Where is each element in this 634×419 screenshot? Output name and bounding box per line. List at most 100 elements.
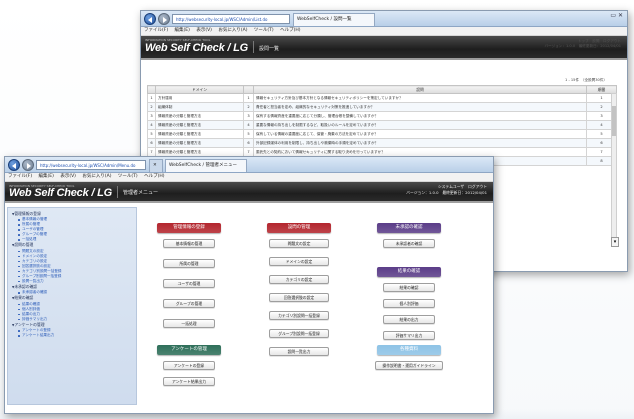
kekka-menu-button[interactable]: 評価サマリ出力 (383, 331, 435, 340)
table-cell: 6 (147, 138, 156, 148)
browser-menubar: ファイル(F) 編集(E) 表示(V) お気に入り(A) ツール(T) ヘルプ(… (5, 173, 493, 182)
table-row[interactable]: 3 情報資産の分類と管理方法 3 保有する情報資産を重要度に応じて分類し、管理台帳を整… (147, 111, 617, 121)
setsumon-menu-button[interactable]: カテゴリの設定 (269, 275, 329, 284)
table-cell: 1 (243, 93, 254, 103)
table-cell: 4 (147, 120, 156, 130)
menu-edit[interactable]: 編集(E) (175, 28, 190, 33)
mishonin-menu-button[interactable]: 未承認者の確認 (383, 239, 435, 248)
table-cell: 方針運用 (155, 93, 244, 103)
record-count: 1 - 15件 （全設問30件） (565, 78, 607, 82)
table-row[interactable]: 1 方針運用 1 情報セキュリティ方針及び基本方針となる情報セキュリティポリシーを策定… (147, 93, 617, 103)
back-arrow-icon[interactable] (8, 159, 20, 171)
page-title: 管理者メニュー (123, 190, 159, 196)
kanri-menu-button[interactable]: 基本情報の管理 (163, 239, 215, 248)
table-row[interactable]: 4 情報資産の分類と管理方法 4 重要な情報の持ち出しを制限するなど、取扱いのルールを… (147, 120, 617, 130)
kekka-menu-button[interactable]: 結果の確認 (383, 283, 435, 292)
table-cell: 情報資産の分類と管理方法 (155, 120, 244, 130)
table-cell: 6 (243, 138, 254, 148)
menu-file[interactable]: ファイル(F) (144, 28, 168, 33)
kanri-menu-button[interactable]: 所属の管理 (163, 259, 215, 268)
menu-view[interactable]: 表示(V) (60, 174, 76, 179)
browser-window-admin-menu: http://websecurity-local.jp/WSC/Admin/Me… (4, 156, 494, 414)
table-cell: 4 (243, 120, 254, 130)
question-table: ドメイン 設問 順番 1 方針運用 1 情報セキュリティ方針及び基本方針となる情報セキ… (147, 85, 617, 166)
table-cell: 3 (243, 111, 254, 121)
forward-arrow-icon[interactable] (22, 159, 34, 171)
sidebar-link[interactable]: アンケート結果出力 (10, 333, 134, 338)
header-info: システムユーザ ログアウト バージョン：1.0.0 最終更新日：2012/04/… (406, 184, 487, 195)
group-header-mishonin: 未承認の確認 (377, 223, 441, 233)
setsumon-menu-button[interactable]: 回答選択肢の設定 (269, 293, 329, 302)
table-cell: 2 (147, 102, 156, 112)
table-cell: 保有する情報資産を重要度に応じて分類し、管理台帳を整備していますか？ (253, 111, 587, 121)
browser-toolbar: http://websecurity-local.jp/WSC/Admin/Li… (141, 11, 627, 27)
menu-view[interactable]: 表示(V) (196, 28, 212, 33)
help-menu-button[interactable]: 操作説明書・運用ガイドライン (375, 361, 443, 370)
setsumon-menu-button[interactable]: 問題文の設定 (269, 239, 329, 248)
col-header-question: 設問 (253, 85, 587, 94)
table-cell: 外部記録媒体の利用を制限し、持ち出しや廃棄時の手順を定めていますか？ (253, 138, 587, 148)
group-header-kekka: 結果の確認 (377, 267, 441, 277)
table-scrollbar[interactable] (611, 93, 617, 243)
table-cell: 情報資産の分類と管理方法 (155, 138, 244, 148)
table-row[interactable]: 5 情報資産の分類と管理方法 5 保有している情報の重要度に応じて、保管・廃棄の方法を… (147, 129, 617, 139)
screenshot-stage: http://websecurity-local.jp/WSC/Admin/Li… (0, 0, 634, 419)
scrollbar-thumb[interactable] (612, 106, 616, 136)
table-cell: 組織体制 (155, 102, 244, 112)
app-logo[interactable]: Web Self Check / LG (145, 42, 248, 54)
setsumon-menu-button[interactable]: カテゴリ別設問一括登録 (269, 311, 329, 320)
browser-toolbar: http://websecurity-local.jp/WSC/Admin/Me… (5, 157, 493, 173)
table-cell: 情報セキュリティ方針及び基本方針となる情報セキュリティポリシーを策定していますか… (253, 93, 587, 103)
kekka-menu-button[interactable]: 個人別評価 (383, 299, 435, 308)
sidebar-link[interactable]: 未承認者の確認 (10, 290, 134, 295)
table-cell: 保有している情報の重要度に応じて、保管・廃棄の方法を定めていますか？ (253, 129, 587, 139)
kanri-menu-button[interactable]: ユーザの管理 (163, 279, 215, 288)
window-controls-icon[interactable]: ▭ ✕ (610, 12, 623, 19)
table-cell: 3 (147, 111, 156, 121)
app-logo[interactable]: Web Self Check / LG (9, 187, 112, 199)
kanri-menu-button[interactable]: 一括処理 (163, 319, 215, 328)
menu-help[interactable]: ヘルプ(H) (144, 174, 164, 179)
table-cell: 責任者と担当者を定め、組織的なセキュリティ対策を推進していますか？ (253, 102, 587, 112)
table-cell: 5 (243, 129, 254, 139)
kekka-menu-button[interactable]: 結果の出力 (383, 315, 435, 324)
menu-help[interactable]: ヘルプ(H) (280, 28, 300, 33)
menu-favorites[interactable]: お気に入り(A) (218, 28, 247, 33)
col-header-no (147, 85, 156, 94)
setsumon-menu-button[interactable]: ドメインの設定 (269, 257, 329, 266)
enquete-menu-button[interactable]: アンケートの登録 (163, 361, 215, 370)
sidebar-nav: 管理情報の登録基本情報の管理所属の管理ユーザの管理グループの管理一括処理設問の管… (7, 207, 137, 405)
sidebar-link[interactable]: 一括処理 (10, 237, 134, 242)
table-cell: 重要な情報の持ち出しを制限するなど、取扱いのルールを定めていますか？ (253, 120, 587, 130)
group-header-help: 各種資料 (377, 345, 441, 355)
chevron-down-icon[interactable]: ▾ (611, 237, 619, 247)
page-title: 設問一覧 (259, 46, 280, 52)
sidebar-link[interactable]: 評価サマリ出力 (10, 317, 134, 322)
table-row[interactable]: 6 情報資産の分類と管理方法 6 外部記録媒体の利用を制限し、持ち出しや廃棄時の手順を… (147, 138, 617, 148)
browser-menubar: ファイル(F) 編集(E) 表示(V) お気に入り(A) ツール(T) ヘルプ(… (141, 27, 627, 36)
address-bar[interactable]: http://websecurity-local.jp/WSC/Admin/Li… (172, 14, 290, 24)
menu-favorites[interactable]: お気に入り(A) (82, 174, 111, 179)
setsumon-menu-button[interactable]: グループ別設問一括登録 (269, 329, 329, 338)
browser-tab-active[interactable]: WebSelfCheck / 管理者メニュー (165, 159, 247, 172)
header-divider (253, 41, 254, 53)
browser-tab-inactive[interactable]: ✕ (149, 159, 163, 172)
kanri-menu-button[interactable]: グループの管理 (163, 299, 215, 308)
group-header-kanri: 管理情報の登録 (157, 223, 221, 233)
browser-tab-active[interactable]: WebSelfCheck / 設問一覧 (293, 13, 375, 26)
menu-tools[interactable]: ツール(T) (254, 28, 274, 33)
table-cell: 1 (147, 93, 156, 103)
menu-file[interactable]: ファイル(F) (8, 174, 32, 179)
forward-arrow-icon[interactable] (158, 13, 170, 25)
enquete-menu-button[interactable]: アンケート結果出力 (163, 377, 215, 386)
menu-tools[interactable]: ツール(T) (118, 174, 138, 179)
menu-edit[interactable]: 編集(E) (39, 174, 54, 179)
table-row[interactable]: 2 組織体制 2 責任者と担当者を定め、組織的なセキュリティ対策を推進していますか？ 2 (147, 102, 617, 112)
app-header: INFORMATION SECURITY SELF-CHECK TOOL Web… (5, 182, 493, 203)
back-arrow-icon[interactable] (144, 13, 156, 25)
sidebar-link[interactable]: 設問一覧出力 (10, 279, 134, 284)
table-cell: 5 (147, 129, 156, 139)
table-cell: 情報資産の分類と管理方法 (155, 129, 244, 139)
address-bar[interactable]: http://websecurity-local.jp/WSC/Admin/Me… (36, 160, 146, 170)
setsumon-menu-button[interactable]: 設問一覧出力 (269, 347, 329, 356)
